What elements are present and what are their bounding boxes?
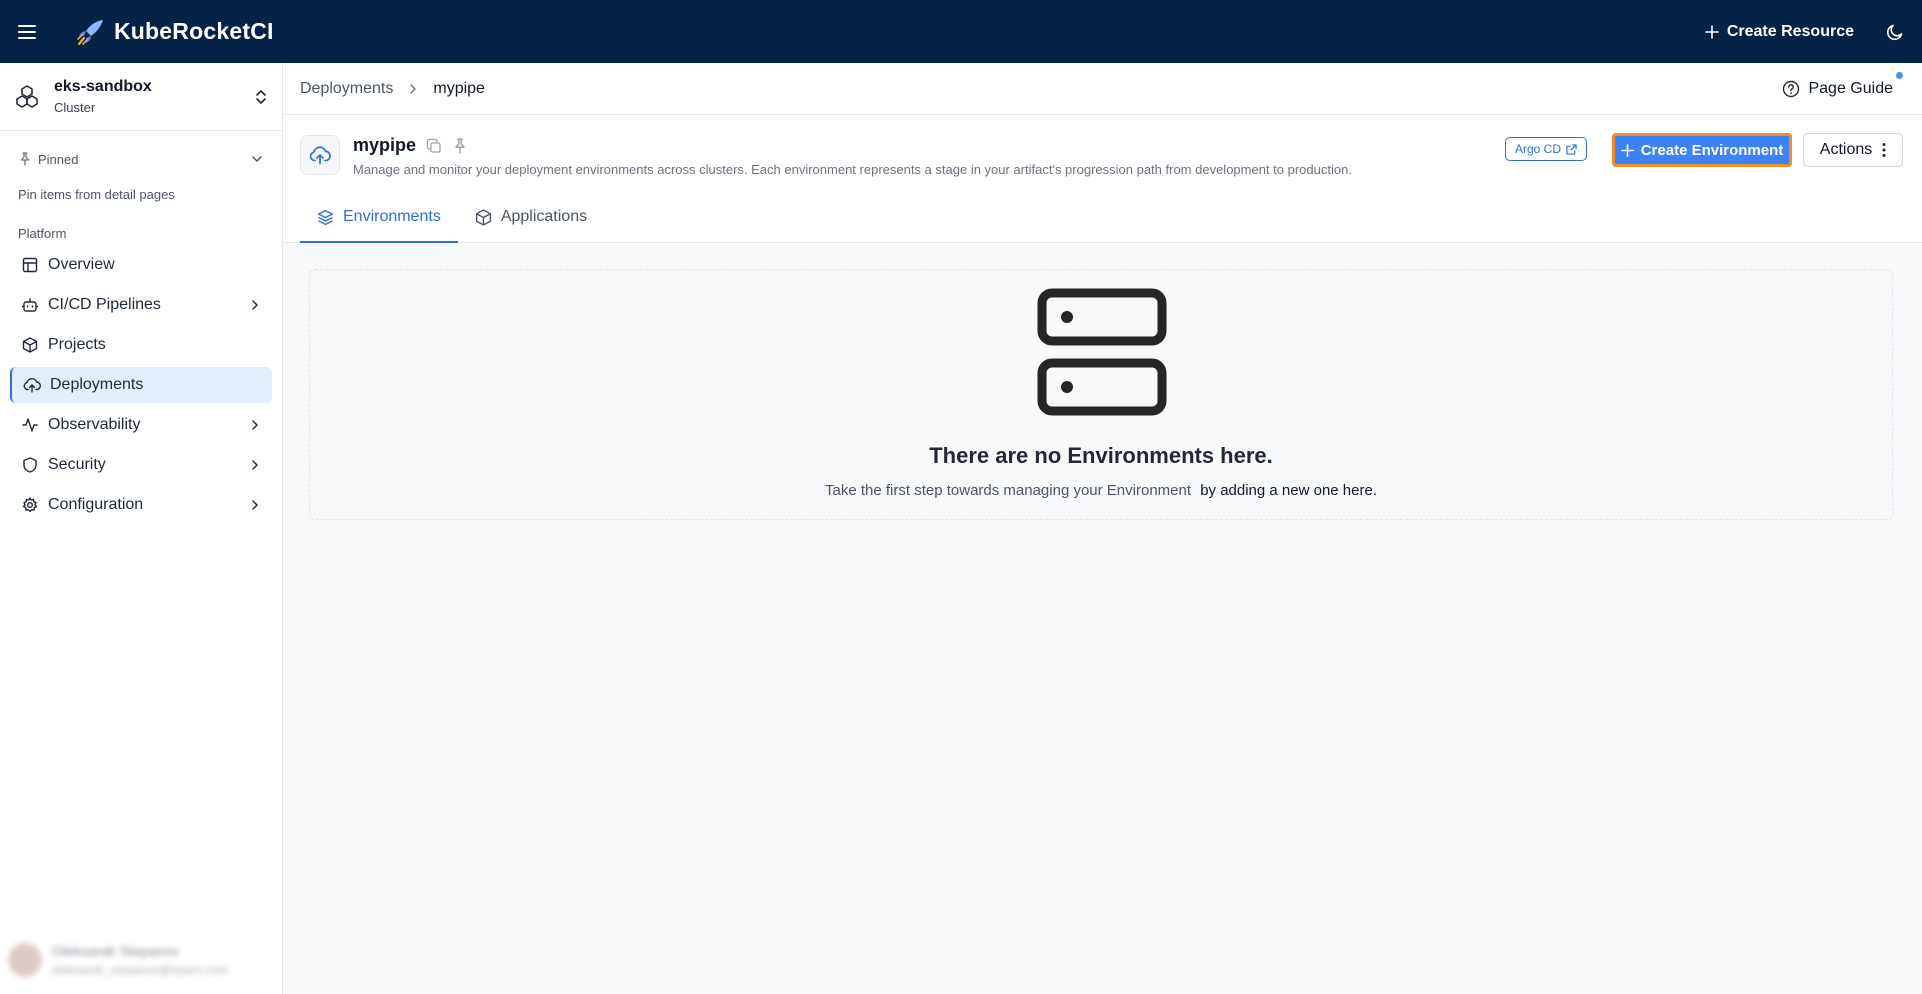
sidebar-item-label: Security	[48, 456, 106, 473]
actions-label: Actions	[1819, 141, 1873, 158]
deployment-icon-box	[300, 135, 340, 175]
sidebar-item-label: Projects	[48, 336, 106, 353]
tab-environments[interactable]: Environments	[300, 193, 458, 243]
sidebar-item-label: Overview	[48, 256, 115, 273]
plus-icon	[1620, 143, 1634, 157]
tab-applications[interactable]: Applications	[458, 193, 604, 243]
cluster-switcher[interactable]: eks-sandbox Cluster	[0, 63, 282, 131]
avatar	[8, 943, 42, 977]
add-environment-link[interactable]: by adding a new one here.	[1200, 482, 1377, 499]
breadcrumb-current: mypipe	[433, 79, 485, 97]
gear-icon	[20, 495, 40, 515]
menu-button[interactable]	[0, 0, 54, 63]
pin-icon	[20, 152, 30, 166]
cluster-name: eks-sandbox	[54, 78, 152, 95]
page-description: Manage and monitor your deployment envir…	[353, 162, 1352, 177]
breadcrumb-deployments-link[interactable]: Deployments	[300, 80, 393, 98]
box-icon	[475, 208, 491, 226]
top-bar: KubeRocketCI Create Resource	[0, 0, 1922, 63]
platform-section-label: Platform	[18, 226, 67, 241]
cloud-upload-icon	[22, 375, 42, 395]
sidebar: eks-sandbox Cluster Pinned Pin items fro…	[0, 63, 283, 994]
moon-icon	[1886, 24, 1903, 40]
sidebar-item-label: Observability	[48, 416, 141, 433]
sidebar-item-observability[interactable]: Observability	[10, 407, 272, 443]
empty-state: There are no Environments here. Take the…	[309, 269, 1893, 520]
tab-label: Environments	[343, 208, 441, 225]
page-guide-label: Page Guide	[1808, 79, 1893, 97]
chevron-right-icon	[407, 83, 419, 95]
rocket-logo-icon	[77, 19, 103, 45]
empty-state-title: There are no Environments here.	[929, 443, 1273, 468]
page-header: mypipe Manage and monitor your deploymen…	[283, 115, 1922, 243]
sidebar-item-configuration[interactable]: Configuration	[10, 487, 272, 523]
create-environment-button[interactable]: Create Environment	[1612, 133, 1792, 167]
shield-icon	[20, 455, 40, 475]
breadcrumb: Deployments mypipe Page Guide	[283, 63, 1922, 115]
tab-bar: Environments Applications	[300, 193, 604, 243]
page-title: mypipe	[353, 135, 417, 155]
external-link-icon	[1566, 143, 1577, 155]
actions-menu-button[interactable]: Actions	[1803, 133, 1903, 167]
copy-icon[interactable]	[426, 138, 442, 154]
help-circle-icon	[1783, 80, 1800, 97]
cloud-upload-icon	[309, 146, 331, 165]
sidebar-item-overview[interactable]: Overview	[10, 247, 272, 283]
plus-icon	[1705, 24, 1719, 39]
pin-icon[interactable]	[452, 137, 468, 154]
activity-icon	[20, 415, 40, 435]
pinned-section-toggle[interactable]: Pinned	[0, 143, 282, 175]
chevron-right-icon	[252, 420, 258, 430]
sidebar-item-label: Configuration	[48, 496, 144, 513]
more-vertical-icon	[1882, 143, 1886, 157]
layout-icon	[20, 255, 40, 275]
sidebar-item-projects[interactable]: Projects	[10, 327, 272, 363]
chevrons-up-down-icon	[256, 89, 266, 104]
chevron-right-icon	[252, 460, 258, 470]
theme-toggle-button[interactable]	[1868, 0, 1922, 63]
create-resource-label: Create Resource	[1726, 22, 1854, 40]
sidebar-item-label: CI/CD Pipelines	[48, 296, 161, 313]
tab-label: Applications	[500, 208, 588, 225]
argo-cd-link[interactable]: Argo CD	[1505, 137, 1588, 161]
sidebar-item-deployments[interactable]: Deployments	[10, 367, 272, 403]
argo-cd-label: Argo CD	[1515, 142, 1562, 156]
notification-dot	[1896, 71, 1903, 79]
empty-state-description: Take the first step towards managing you…	[310, 482, 1892, 499]
user-name: Oleksandr Stepanov	[52, 943, 179, 959]
empty-state-text: Take the first step towards managing you…	[825, 482, 1192, 499]
server-icon	[1037, 288, 1167, 416]
cluster-icon	[16, 84, 38, 108]
pinned-label: Pinned	[38, 151, 79, 167]
app-logo[interactable]: KubeRocketCI	[76, 18, 274, 46]
box-icon	[20, 335, 40, 355]
chevron-right-icon	[252, 500, 258, 510]
sidebar-item-label: Deployments	[50, 376, 144, 393]
create-resource-button[interactable]: Create Resource	[1691, 12, 1868, 52]
pinned-hint: Pin items from detail pages	[18, 187, 175, 202]
layers-icon	[317, 209, 334, 225]
sidebar-item-security[interactable]: Security	[10, 447, 272, 483]
page-guide-button[interactable]: Page Guide	[1782, 71, 1903, 98]
bot-icon	[20, 295, 40, 315]
cluster-type: Cluster	[54, 100, 96, 115]
main-content: Deployments mypipe Page Guide mypipe Man…	[283, 63, 1922, 994]
create-environment-label: Create Environment	[1640, 141, 1784, 159]
app-name: KubeRocketCI	[114, 18, 274, 44]
chevron-right-icon	[252, 300, 258, 310]
sidebar-item-cicd-pipelines[interactable]: CI/CD Pipelines	[10, 287, 272, 323]
hamburger-icon	[18, 24, 36, 39]
user-menu[interactable]: Oleksandr Stepanov oleksandr_stepanov@ep…	[8, 936, 276, 984]
user-email: oleksandr_stepanov@epam.com	[52, 963, 228, 977]
chevron-down-icon	[252, 156, 262, 162]
